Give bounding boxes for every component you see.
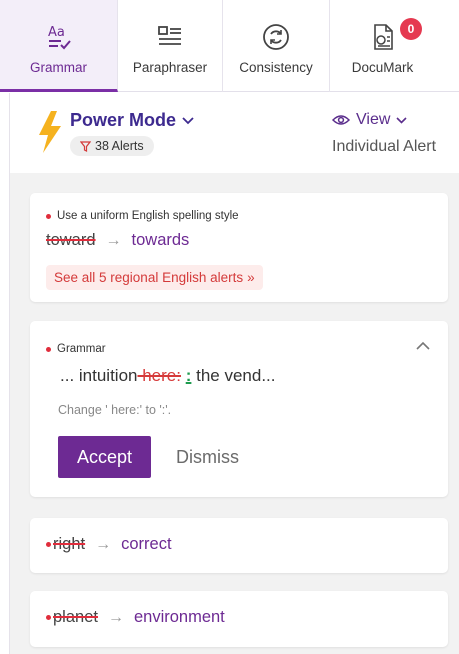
- tab-grammar-label: Grammar: [30, 60, 87, 75]
- lightning-bolt-icon: [37, 111, 63, 158]
- view-mode-value: Individual Alert: [332, 138, 437, 155]
- view-selector[interactable]: View: [332, 111, 407, 129]
- removed-text: here:: [137, 366, 181, 385]
- replacement-word[interactable]: correct: [121, 535, 171, 554]
- see-all-regional-button[interactable]: See all 5 regional English alerts »: [46, 265, 263, 290]
- error-dot-icon: [46, 213, 51, 219]
- arrow-right-icon: →: [105, 231, 122, 249]
- context-excerpt: ... intuition here: : the vend...: [60, 366, 276, 385]
- replacement-word[interactable]: environment: [134, 608, 225, 627]
- double-chevron-right-icon: »: [247, 270, 255, 285]
- chevron-up-icon: [416, 341, 430, 350]
- chevron-down-icon: [396, 116, 407, 124]
- suggestion-line: planet → environment: [46, 608, 225, 627]
- tab-documark[interactable]: 0 DocuMark: [330, 0, 435, 92]
- original-word: right: [53, 535, 86, 553]
- alert-description: Change ' here:' to ':'.: [58, 403, 172, 417]
- replacement-word[interactable]: towards: [132, 231, 190, 250]
- suggestion-line: toward → towards: [46, 231, 189, 250]
- tab-grammar[interactable]: Aa Grammar: [0, 0, 118, 92]
- alert-category: Grammar: [46, 343, 106, 355]
- alert-card-grammar[interactable]: Grammar ... intuition here: : the vend..…: [30, 321, 448, 497]
- alert-category: Use a uniform English spelling style: [46, 210, 239, 222]
- power-mode-selector[interactable]: Power Mode: [70, 110, 194, 131]
- original-word: toward: [46, 231, 96, 249]
- documark-badge: 0: [400, 18, 422, 40]
- alerts-count: 38 Alerts: [95, 139, 144, 153]
- documark-icon: [371, 22, 395, 52]
- suggestion-line: right → correct: [46, 535, 172, 554]
- power-mode-label: Power Mode: [70, 110, 177, 130]
- view-label: View: [356, 111, 391, 128]
- error-dot-icon: [46, 542, 51, 548]
- alert-card-planet[interactable]: planet → environment: [30, 591, 448, 647]
- collapse-button[interactable]: [416, 337, 430, 355]
- error-dot-icon: [46, 615, 51, 621]
- tab-paraphraser-label: Paraphraser: [132, 60, 208, 75]
- chevron-down-icon: [182, 116, 194, 124]
- svg-text:Aa: Aa: [48, 25, 65, 40]
- accept-button[interactable]: Accept: [58, 436, 151, 478]
- paraphraser-icon: [157, 22, 183, 52]
- alert-card-right[interactable]: right → correct: [30, 518, 448, 573]
- dismiss-button[interactable]: Dismiss: [176, 436, 239, 478]
- alerts-list: Use a uniform English spelling style tow…: [10, 173, 459, 654]
- tab-consistency[interactable]: Consistency: [223, 0, 330, 92]
- original-word: planet: [53, 608, 98, 626]
- filter-icon: [80, 140, 91, 152]
- arrow-right-icon: →: [95, 535, 112, 553]
- alert-card-regional[interactable]: Use a uniform English spelling style tow…: [30, 193, 448, 302]
- tab-paraphraser[interactable]: Paraphraser: [118, 0, 223, 92]
- eye-icon: [332, 115, 350, 125]
- alerts-filter[interactable]: 38 Alerts: [70, 136, 154, 156]
- arrow-right-icon: →: [107, 608, 124, 626]
- tab-documark-label: DocuMark: [351, 60, 414, 75]
- error-dot-icon: [46, 346, 51, 352]
- grammar-icon: Aa: [46, 22, 72, 52]
- tool-tabs: Aa Grammar Paraphraser Consistency 0 Doc…: [0, 0, 459, 92]
- mode-header: Power Mode 38 Alerts View Individual Ale…: [10, 93, 459, 173]
- consistency-icon: [262, 22, 290, 52]
- tab-consistency-label: Consistency: [239, 60, 313, 75]
